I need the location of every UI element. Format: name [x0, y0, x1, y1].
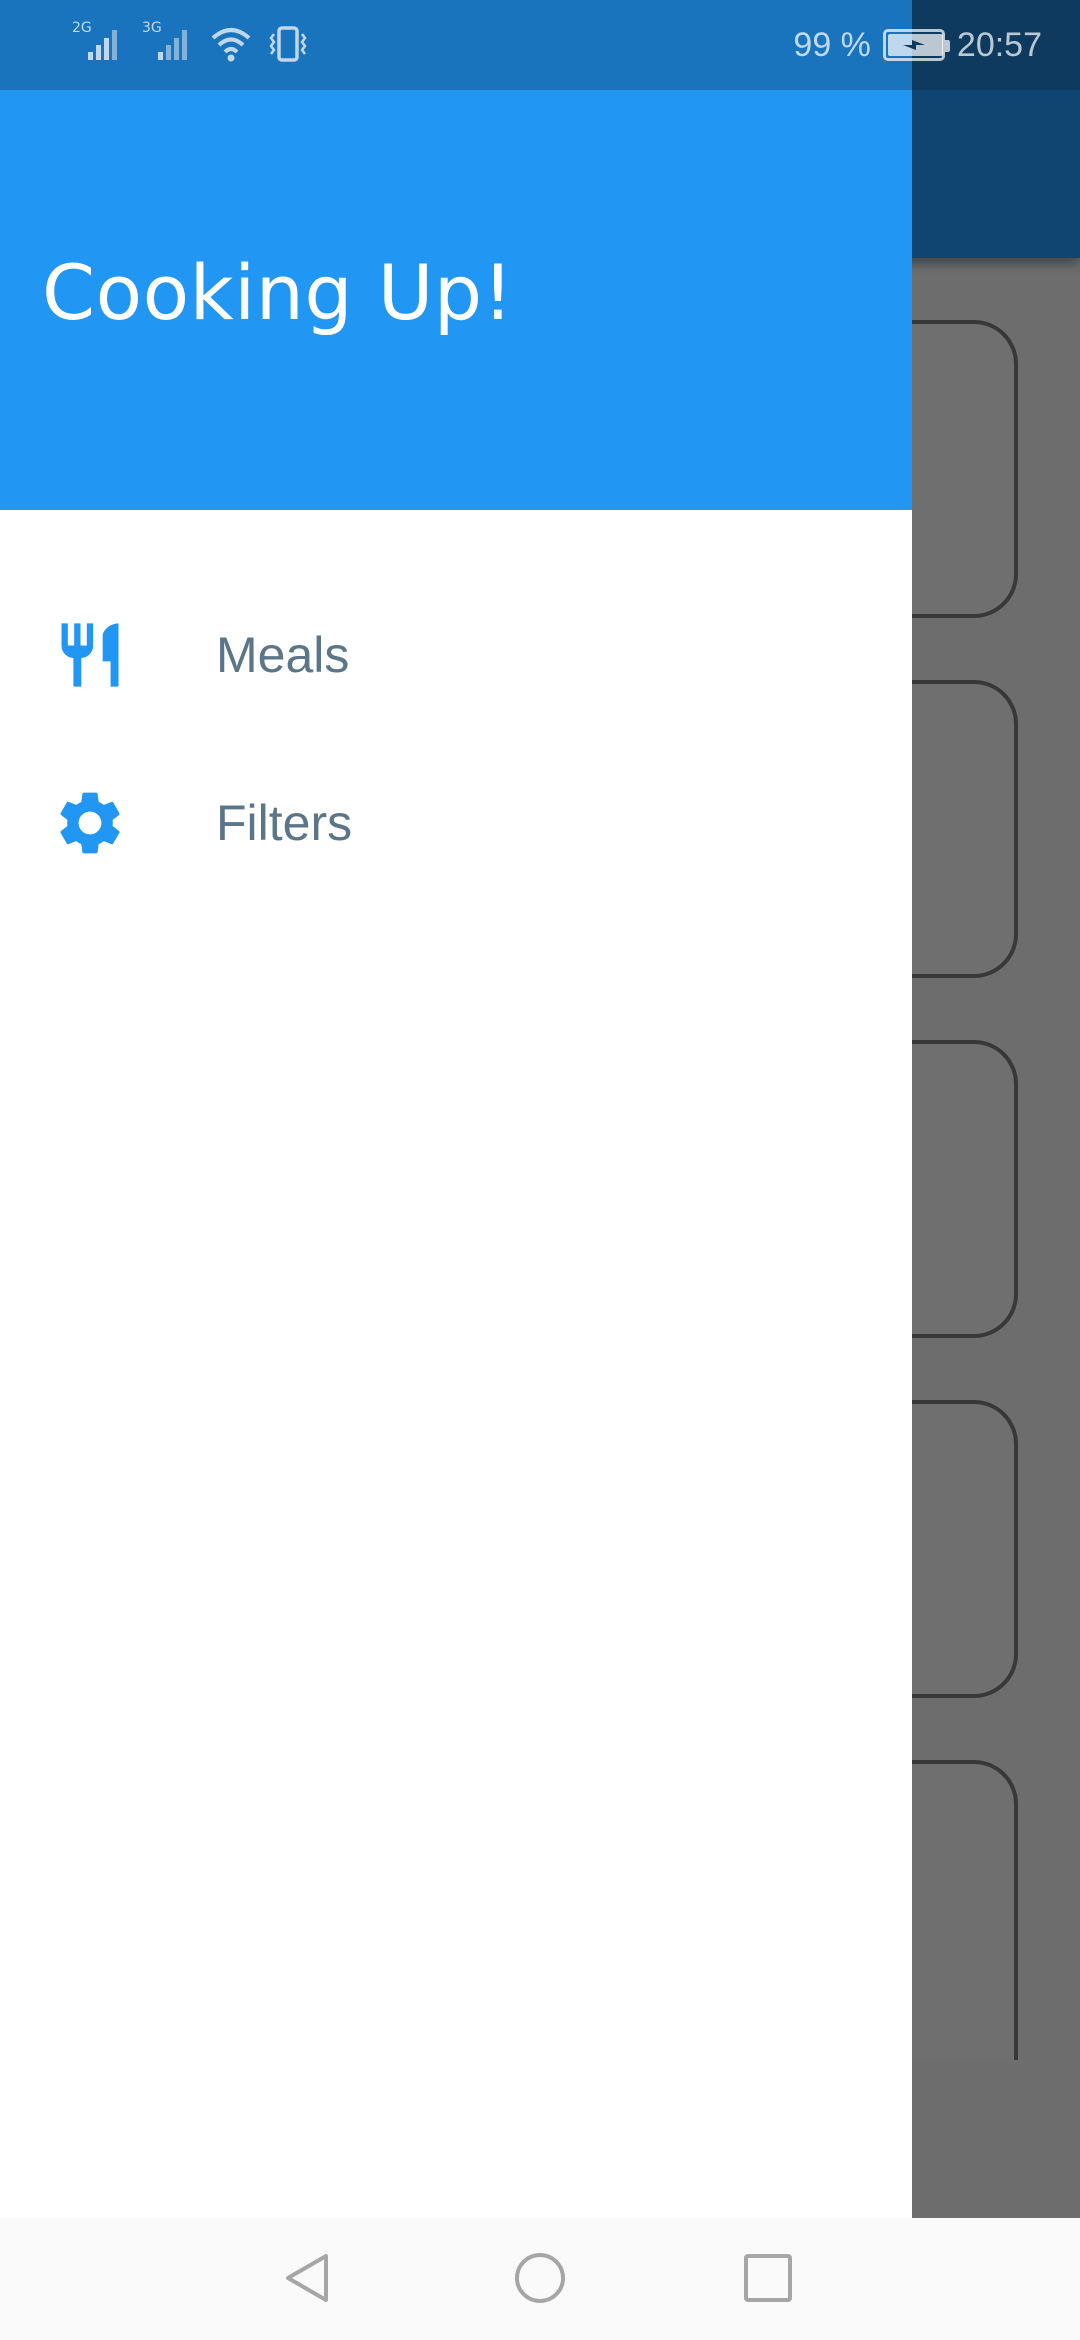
status-bar: 2G 3G 99 % 20:57	[0, 0, 1080, 90]
back-icon	[280, 2250, 336, 2310]
battery-percent: 99 %	[793, 25, 871, 64]
drawer-item-filters[interactable]: Filters	[0, 739, 912, 907]
navigation-bar	[0, 2218, 1080, 2340]
settings-icon	[52, 785, 128, 861]
drawer-title: Cooking Up!	[42, 248, 514, 337]
battery-charging-icon	[882, 29, 950, 61]
home-icon	[512, 2250, 568, 2310]
wifi-icon	[210, 24, 252, 68]
back-button[interactable]	[268, 2240, 348, 2320]
home-button[interactable]	[500, 2240, 580, 2320]
vibrate-icon	[266, 24, 310, 68]
drawer-item-meals[interactable]: Meals	[0, 571, 912, 739]
svg-text:3G: 3G	[142, 20, 162, 36]
recents-icon	[740, 2250, 796, 2310]
recents-button[interactable]	[728, 2240, 808, 2320]
signal-icon: 2G	[70, 18, 126, 68]
drawer-item-label: Meals	[216, 627, 350, 683]
drawer-item-label: Filters	[216, 795, 353, 851]
navigation-drawer: Cooking Up! Meals Filters	[0, 0, 912, 2218]
restaurant-icon	[52, 617, 128, 693]
clock: 20:57	[956, 25, 1042, 64]
svg-text:2G: 2G	[72, 20, 92, 36]
signal-icon: 3G	[140, 18, 196, 68]
